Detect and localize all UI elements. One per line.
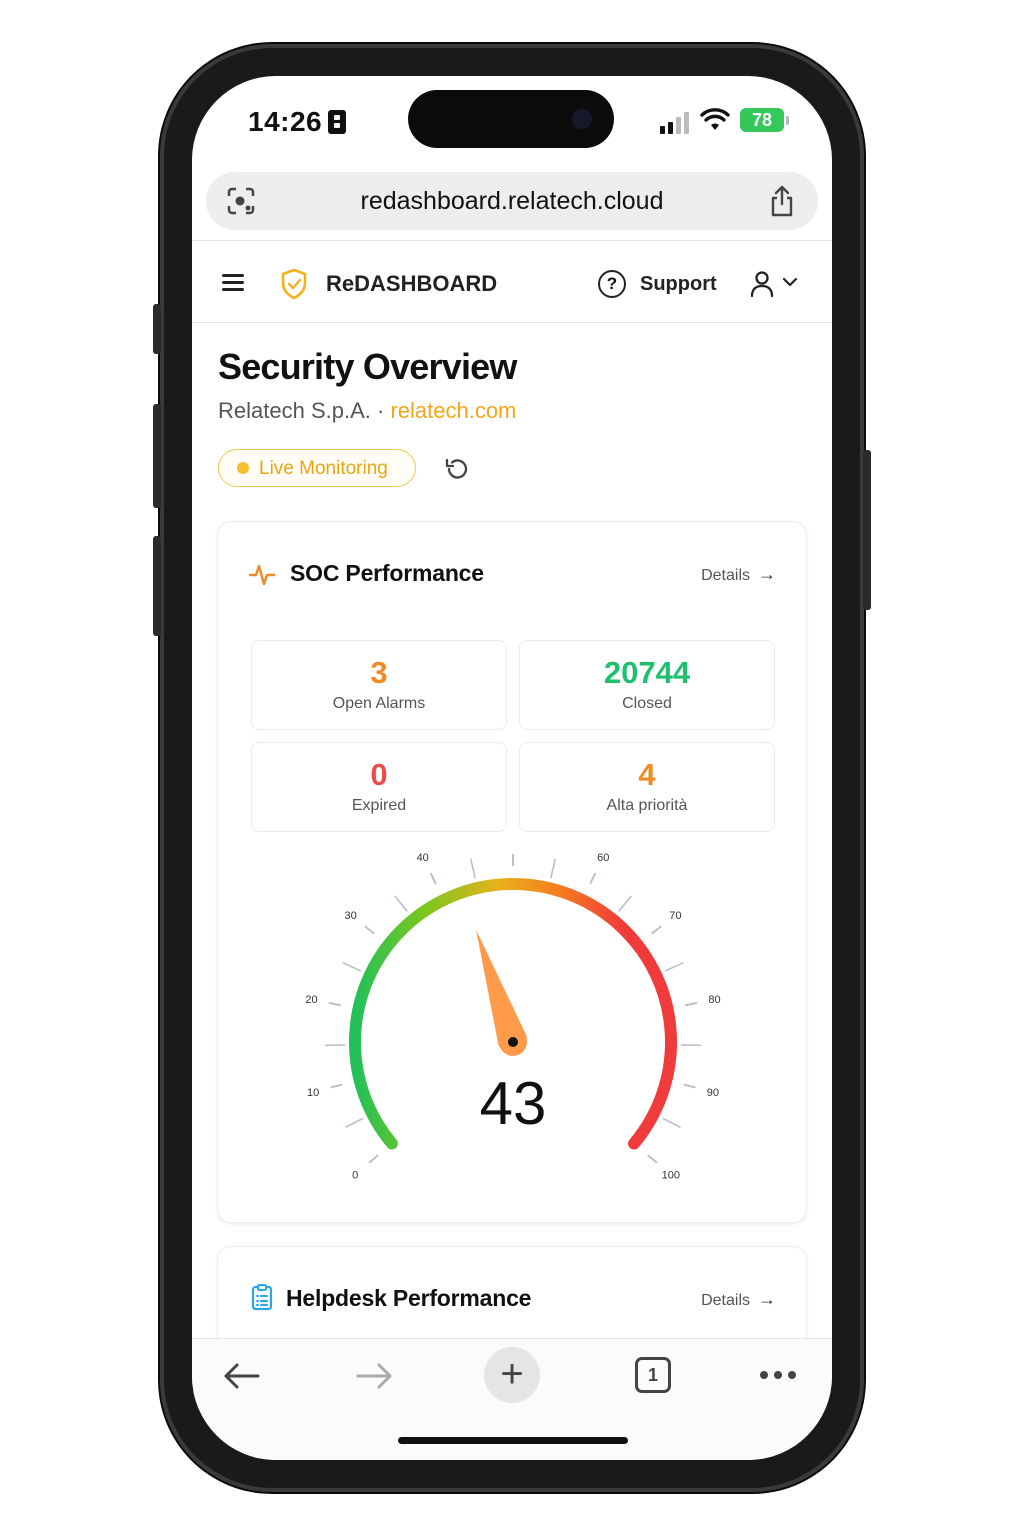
gauge-hub-dot — [508, 1037, 518, 1047]
live-dot-icon — [237, 462, 249, 474]
helpdesk-details-link[interactable]: Details → — [701, 1289, 776, 1310]
gauge-tick — [328, 1001, 342, 1007]
helpdesk-details-label[interactable]: Details — [701, 1292, 750, 1309]
gauge-tick — [550, 858, 557, 879]
soc-details-link[interactable]: Details → — [701, 564, 776, 585]
stat-value: 4 — [638, 757, 656, 792]
refresh-icon[interactable] — [444, 456, 470, 482]
gauge-tick — [394, 895, 408, 912]
gauge-tick-label: 90 — [707, 1087, 719, 1099]
gauge-tick — [330, 1083, 343, 1089]
battery-tip — [786, 116, 789, 125]
gauge-tick — [647, 1154, 658, 1164]
stat-value: 0 — [370, 757, 388, 792]
chevron-down-icon[interactable] — [782, 276, 798, 288]
stat-high-priority[interactable]: 4 Alta priorità — [519, 742, 775, 832]
gauge-tick — [662, 1117, 681, 1129]
tabs-button[interactable]: 1 — [635, 1357, 671, 1393]
soc-performance-card: SOC Performance Details → 3 Open Alarms 2… — [217, 521, 807, 1223]
gauge-value: 43 — [480, 1070, 547, 1137]
gauge-tick-label: 80 — [708, 994, 720, 1006]
sim-icon — [328, 110, 346, 134]
gauge-tick-label: 0 — [352, 1169, 358, 1180]
gauge-tick-label: 50 — [507, 840, 519, 843]
share-icon[interactable] — [768, 184, 796, 218]
help-circle-icon[interactable]: ? — [598, 270, 626, 298]
stat-label: Alta priorità — [606, 797, 688, 814]
stat-closed[interactable]: 20744 Closed — [519, 640, 775, 730]
arrow-right-icon[interactable]: → — [758, 1289, 776, 1309]
org-name: Relatech S.p.A. — [218, 398, 371, 423]
gauge-needle — [476, 929, 528, 1047]
gauge-tick — [683, 1083, 696, 1089]
soc-card-title: SOC Performance — [290, 560, 484, 586]
org-line: Relatech S.p.A. · relatech.com — [218, 398, 516, 424]
side-button-mute — [153, 304, 161, 354]
stat-label: Expired — [351, 797, 407, 814]
side-button-volume-down — [153, 536, 161, 636]
home-indicator[interactable] — [398, 1437, 628, 1444]
forward-arrow-icon[interactable] — [354, 1361, 394, 1391]
gauge-tick-label: 20 — [305, 994, 317, 1006]
stat-value: 3 — [370, 655, 388, 690]
gauge-tick-label: 30 — [345, 910, 357, 922]
stat-open-alarms[interactable]: 3 Open Alarms — [251, 640, 507, 730]
gauge-tick-label: 70 — [669, 910, 681, 922]
gauge-tick-label: 100 — [662, 1169, 680, 1180]
gauge-tick — [364, 925, 375, 935]
dynamic-island — [408, 90, 614, 148]
soc-details-label[interactable]: Details — [701, 567, 750, 584]
camera-icon — [572, 109, 592, 129]
gauge-tick — [651, 925, 662, 935]
gauge-tick-label: 40 — [417, 852, 429, 864]
header-divider — [192, 322, 832, 323]
user-icon[interactable] — [750, 270, 774, 298]
clipboard-list-icon — [251, 1284, 273, 1311]
gauge-tick — [342, 961, 362, 972]
status-time: 14:26 — [248, 106, 323, 137]
new-tab-button[interactable]: + — [484, 1347, 540, 1403]
arrow-right-icon[interactable]: → — [758, 564, 776, 584]
stat-label: Open Alarms — [332, 695, 426, 712]
side-button-volume-up — [153, 404, 161, 508]
gauge-tick — [345, 1117, 364, 1129]
gauge-tick — [368, 1154, 379, 1164]
live-monitoring-label: Live Monitoring — [259, 458, 388, 479]
cellular-signal-icon — [660, 112, 692, 134]
address-bar[interactable]: redashboard.relatech.cloud — [206, 172, 818, 230]
gauge-tick — [429, 872, 437, 885]
helpdesk-card-title: Helpdesk Performance — [286, 1285, 532, 1311]
more-options-icon[interactable] — [758, 1369, 798, 1381]
activity-pulse-icon — [248, 564, 276, 586]
org-separator: · — [370, 398, 391, 423]
side-button-power — [863, 450, 871, 610]
browser-divider — [192, 240, 832, 241]
gauge-tick-label: 10 — [307, 1087, 319, 1099]
support-link[interactable]: Support — [640, 273, 717, 296]
gauge-tick — [589, 872, 597, 885]
live-monitoring-badge: Live Monitoring — [218, 449, 416, 487]
menu-icon[interactable] — [222, 274, 246, 292]
gauge-tick — [618, 895, 632, 912]
back-arrow-icon[interactable] — [222, 1361, 262, 1391]
url-text[interactable]: redashboard.relatech.cloud — [206, 172, 818, 230]
gauge-tick — [469, 858, 476, 879]
gauge-tick — [684, 1001, 698, 1007]
gauge-tick-label: 60 — [597, 852, 609, 864]
stat-expired[interactable]: 0 Expired — [251, 742, 507, 832]
wifi-icon — [700, 108, 730, 130]
shield-check-icon — [281, 268, 307, 300]
soc-gauge: 0 10 20 30 40 50 60 70 80 90 100 43 — [305, 840, 720, 1180]
battery-indicator: 78 — [740, 108, 784, 132]
status-bar: 14:26 78 — [192, 76, 832, 172]
stat-label: Closed — [622, 695, 672, 712]
browser-toolbar: + 1 — [192, 1338, 832, 1460]
org-domain-link[interactable]: relatech.com — [390, 398, 516, 423]
gauge-tick — [664, 961, 684, 972]
phone-screen: 14:26 78 redashboard.relatech.cloud ReDA… — [192, 76, 832, 1460]
stat-value: 20744 — [603, 655, 691, 690]
brand-name[interactable]: ReDASHBOARD — [326, 271, 497, 297]
page-title: Security Overview — [218, 346, 517, 387]
